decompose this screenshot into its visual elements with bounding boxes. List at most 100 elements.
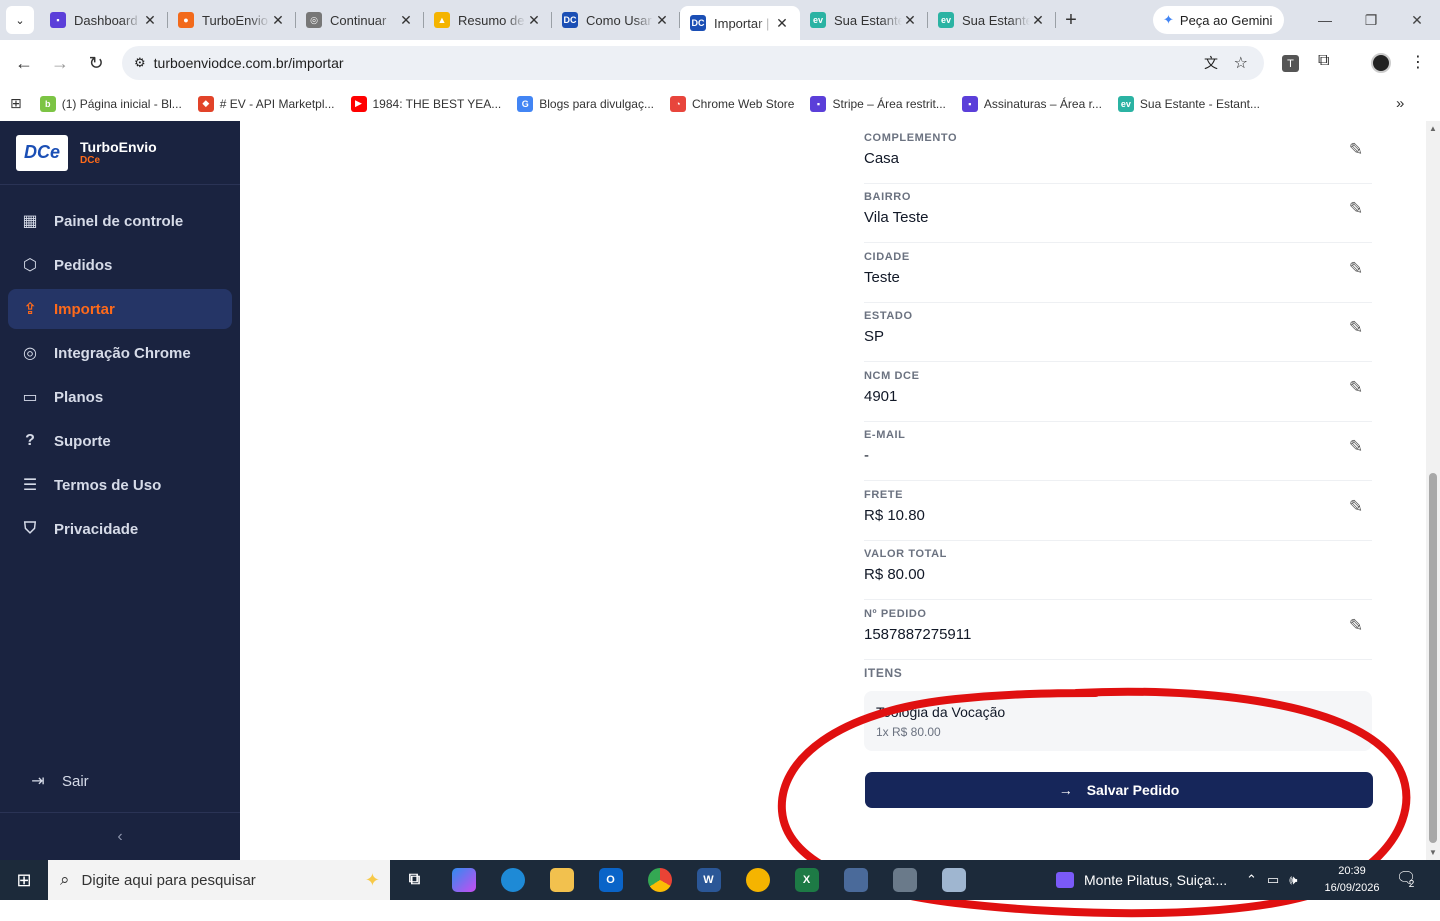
file-explorer-app[interactable] [537, 860, 586, 900]
browser-tab[interactable]: DC Como Usar ✕ [552, 0, 680, 40]
reload-button[interactable]: ↻ [78, 45, 114, 81]
minimize-button[interactable]: — [1302, 0, 1348, 40]
tab-favicon-icon: ev [810, 12, 826, 28]
start-button[interactable]: ⊞ [0, 860, 48, 900]
bookmarks-bar: ⊞ b (1) Página inicial - Bl... ◆ # EV - API… [0, 86, 1440, 121]
gemini-button[interactable]: ✦ Peça ao Gemini [1153, 6, 1284, 34]
windows-logo-icon: ⊞ [16, 869, 32, 890]
edit-pencil-icon[interactable]: ✎ [1346, 616, 1366, 636]
bookmark-item[interactable]: b (1) Página inicial - Bl... [32, 95, 190, 112]
more-bookmarks-icon[interactable]: » [1396, 95, 1404, 112]
weather-widget[interactable]: Monte Pilatus, Suiça:... [1056, 860, 1227, 900]
restore-button[interactable]: ❐ [1348, 0, 1394, 40]
field-label: NCM DCE [864, 370, 920, 382]
excel-app[interactable]: X [782, 860, 831, 900]
edit-pencil-icon[interactable]: ✎ [1346, 259, 1366, 279]
close-tab-icon[interactable]: ✕ [902, 12, 918, 29]
browser-tab[interactable]: ▪ Dashboard ✕ [40, 0, 168, 40]
back-button[interactable]: ← [6, 45, 42, 81]
tab-search-button[interactable]: ⌄ [6, 6, 34, 34]
bookmark-star-icon[interactable]: ☆ [1234, 53, 1248, 73]
logo-text: DCe [23, 142, 60, 162]
bookmark-favicon-icon: b [39, 95, 56, 112]
calculator-app[interactable] [880, 860, 929, 900]
sidebar-item-orders[interactable]: ⬡ Pedidos [8, 245, 232, 285]
bookmark-item[interactable]: ▪ Stripe – Área restrit... [802, 95, 953, 112]
close-tab-icon[interactable]: ✕ [526, 12, 542, 29]
taskbar-clock[interactable]: 20:39 16/09/2026 [1318, 863, 1386, 897]
apps-grid-icon[interactable]: ⊞ [10, 95, 22, 112]
sidebar-item-import[interactable]: ⇪ Importar [8, 289, 232, 329]
sidebar-item-support[interactable]: ? Suporte [8, 421, 232, 461]
close-tab-icon[interactable]: ✕ [1030, 12, 1046, 29]
logout-button[interactable]: ⇥ Sair [16, 761, 224, 801]
collapse-sidebar-button[interactable]: ‹ [0, 812, 240, 860]
bookmark-item[interactable]: ◆ # EV - API Marketpl... [190, 95, 343, 112]
site-info-icon[interactable]: ⚙ [134, 55, 146, 71]
close-tab-icon[interactable]: ✕ [774, 15, 790, 32]
task-view-button[interactable]: ⧉ [390, 860, 439, 900]
bookmark-item[interactable]: ▪ Assinaturas – Área r... [954, 95, 1110, 112]
browser-tab[interactable]: ev Sua Estante ✕ [928, 0, 1056, 40]
scrollbar-thumb[interactable] [1429, 473, 1437, 843]
system-tray: ⌃ ▭ 🕪 [1246, 860, 1297, 900]
copilot-app[interactable] [439, 860, 488, 900]
page-scrollbar[interactable]: ▲ ▼ [1426, 121, 1440, 860]
calculator-icon [892, 868, 917, 892]
sidebar-item-terms[interactable]: ☰ Termos de Uso [8, 465, 232, 505]
browser-tab[interactable]: ◎ Continuar ✕ [296, 0, 424, 40]
edit-pencil-icon[interactable]: ✎ [1346, 378, 1366, 398]
bookmark-item[interactable]: ◔ Chrome Web Store [662, 95, 803, 112]
network-icon[interactable]: ▭ [1267, 872, 1279, 888]
main-content: COMPLEMENTO Casa ✎ BAIRRO Vila Teste ✎ CIDADE T… [240, 121, 1426, 918]
browser-menu-icon[interactable]: ⋮ [1410, 52, 1426, 72]
new-tab-button[interactable]: + [1056, 9, 1086, 32]
edit-pencil-icon[interactable]: ✎ [1346, 437, 1366, 457]
vpn-app[interactable] [733, 860, 782, 900]
extensions-icon[interactable]: ⧉ [1318, 52, 1329, 70]
extension-t-icon[interactable]: T [1282, 55, 1299, 72]
browser-tab[interactable]: DC Importar | ✕ [680, 6, 800, 40]
notifications-button[interactable]: 🗨 2 [1396, 868, 1426, 890]
forward-button[interactable]: → [42, 45, 78, 81]
edit-pencil-icon[interactable]: ✎ [1346, 318, 1366, 338]
notes-app[interactable] [929, 860, 978, 900]
profile-avatar[interactable] [1371, 53, 1391, 73]
browser-tab[interactable]: ● TurboEnvio ✕ [168, 0, 296, 40]
close-tab-icon[interactable]: ✕ [654, 12, 670, 29]
edit-pencil-icon[interactable]: ✎ [1346, 199, 1366, 219]
system-app[interactable] [831, 860, 880, 900]
sidebar-item-chrome-integration[interactable]: ◎ Integração Chrome [8, 333, 232, 373]
outlook-app[interactable]: O [586, 860, 635, 900]
taskbar-search[interactable]: ⌕ Digite aqui para pesquisar ✦ [48, 860, 390, 900]
url-text[interactable]: turboenviodce.com.br/importar [154, 55, 344, 71]
scroll-up-arrow[interactable]: ▲ [1426, 124, 1440, 133]
scroll-down-arrow[interactable]: ▼ [1426, 848, 1440, 857]
close-window-button[interactable]: ✕ [1394, 0, 1440, 40]
close-tab-icon[interactable]: ✕ [398, 12, 414, 29]
close-tab-icon[interactable]: ✕ [142, 12, 158, 29]
sidebar-item-privacy[interactable]: ⛉ Privacidade [8, 509, 232, 549]
browser-tab[interactable]: ev Sua Estante ✕ [800, 0, 928, 40]
brand-logo[interactable]: DCe TurboEnvio DCe [0, 121, 240, 185]
edge-app[interactable] [488, 860, 537, 900]
bookmark-item[interactable]: ev Sua Estante - Estant... [1110, 95, 1268, 112]
bookmark-item[interactable]: ▶ 1984: THE BEST YEA... [343, 95, 510, 112]
edit-pencil-icon[interactable]: ✎ [1346, 497, 1366, 517]
weather-text: Monte Pilatus, Suiça:... [1084, 872, 1228, 888]
word-app[interactable]: W [684, 860, 733, 900]
sidebar-item-dashboard[interactable]: ▦ Painel de controle [8, 201, 232, 241]
brand-name: TurboEnvio [80, 139, 157, 155]
folder-icon [549, 868, 574, 892]
browser-tab[interactable]: ▲ Resumo de ✕ [424, 0, 552, 40]
sidebar-item-plans[interactable]: ▭ Planos [8, 377, 232, 417]
translate-icon[interactable]: 文 [1204, 53, 1218, 73]
bookmark-item[interactable]: G Blogs para divulgaç... [509, 95, 662, 112]
chevron-up-icon[interactable]: ⌃ [1246, 872, 1257, 888]
chrome-app[interactable] [635, 860, 684, 900]
volume-icon[interactable]: 🕪 [1289, 872, 1297, 888]
close-tab-icon[interactable]: ✕ [270, 12, 286, 29]
address-bar[interactable]: ⚙ turboenviodce.com.br/importar 文 ☆ [122, 46, 1264, 80]
sidebar-item-label: Importar [54, 300, 115, 318]
edit-pencil-icon[interactable]: ✎ [1346, 140, 1366, 160]
